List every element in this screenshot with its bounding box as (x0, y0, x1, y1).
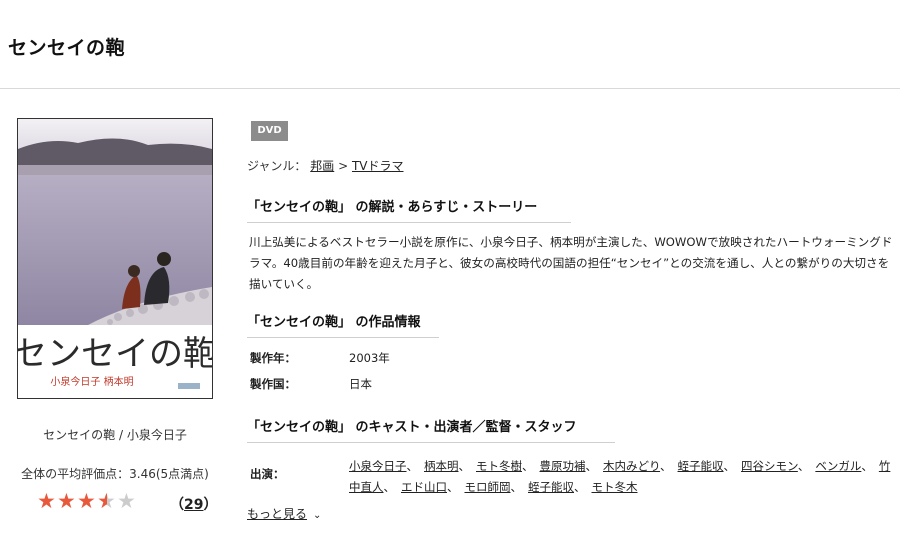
cast-member-link[interactable]: モロ師岡 (465, 480, 511, 494)
poster-cast-text: 小泉今日子 柄本明 (50, 375, 133, 388)
review-count-number[interactable]: 29 (184, 497, 203, 513)
poster-caption: センセイの鞄 / 小泉今日子 (43, 428, 187, 442)
cast-member-link[interactable]: 小泉今日子 (349, 459, 407, 473)
cast-heading: 「センセイの鞄」 のキャスト・出演者／監督・スタッフ (247, 416, 615, 443)
cast-member-link[interactable]: モト冬樹 (476, 459, 522, 473)
genre-label: ジャンル： (247, 159, 307, 173)
cast-separator: 、 (447, 480, 459, 494)
story-description: 川上弘美によるベストセラー小説を原作に、小泉今日子、柄本明が主演した、WOWOW… (249, 235, 893, 291)
cast-separator: 、 (574, 480, 586, 494)
review-count-open: （ (170, 497, 184, 513)
page-title: センセイの鞄 (8, 37, 126, 59)
production-country-label: 製作国： (250, 377, 296, 391)
cast-list: 小泉今日子、 柄本明、 モト冬樹、 豊原功補、 木内みどり、 蛭子能収、 四谷シモン、 ベンガ… (349, 456, 894, 498)
cast-label: 出演： (250, 467, 285, 481)
cast-separator: 、 (510, 480, 523, 494)
poster-image[interactable]: センセイの鞄 小泉今日子 柄本明 (17, 118, 213, 399)
genre-breadcrumb: ジャンル： 邦画 > TVドラマ (247, 157, 404, 174)
cast-separator: 、 (406, 459, 419, 473)
review-count-close: ） (203, 497, 218, 513)
cast-member-link[interactable]: 木内みどり (603, 459, 660, 473)
cast-member-link[interactable]: エド山口 (401, 480, 447, 494)
show-more-button[interactable]: もっと見る ⌄ (247, 505, 321, 522)
header-divider (0, 88, 900, 89)
cast-member-link[interactable]: 蛭子能収 (528, 480, 574, 494)
cast-separator: 、 (861, 459, 873, 473)
genre-link-tvdrama[interactable]: TVドラマ (352, 159, 404, 173)
cast-separator: 、 (458, 459, 471, 473)
info-heading: 「センセイの鞄」 の作品情報 (247, 311, 439, 338)
chevron-down-icon: ⌄ (313, 510, 322, 521)
review-count[interactable]: （29） (170, 494, 217, 514)
cast-separator: 、 (797, 459, 810, 473)
cast-separator: 、 (522, 459, 534, 473)
story-heading: 「センセイの鞄」 の解説・あらすじ・ストーリー (247, 196, 571, 223)
cast-member-link[interactable]: 四谷シモン (741, 459, 798, 473)
cast-separator: 、 (585, 459, 598, 473)
format-badge: DVD (251, 121, 288, 141)
genre-link-movie[interactable]: 邦画 (310, 159, 334, 173)
star-icon: ★ (57, 489, 76, 513)
star-icon: ★ (117, 489, 136, 513)
production-country-value: 日本 (349, 377, 372, 391)
star-rating: ★ ★ ★ ★ ★ (37, 490, 137, 514)
average-rating-label: 全体の平均評価点：3.46(5点満点) (21, 467, 209, 481)
star-icon: ★ (77, 489, 96, 513)
production-year-value: 2003年 (349, 351, 390, 365)
cast-separator: 、 (723, 459, 736, 473)
show-more-label[interactable]: もっと見る (247, 507, 307, 521)
poster-title-text: センセイの鞄 (18, 334, 212, 374)
cast-member-link[interactable]: モト冬木 (592, 480, 638, 494)
cast-member-link[interactable]: 豊原功補 (540, 459, 586, 473)
cast-member-link[interactable]: ベンガル (815, 459, 861, 473)
cast-separator: 、 (660, 459, 672, 473)
star-icon: ★ (37, 489, 56, 513)
cast-member-link[interactable]: 蛭子能収 (678, 459, 724, 473)
genre-separator: > (338, 159, 349, 173)
cast-separator: 、 (383, 480, 396, 494)
production-year-label: 製作年： (250, 351, 296, 365)
cast-member-link[interactable]: 柄本明 (424, 459, 459, 473)
star-icon: ★ (97, 489, 116, 513)
